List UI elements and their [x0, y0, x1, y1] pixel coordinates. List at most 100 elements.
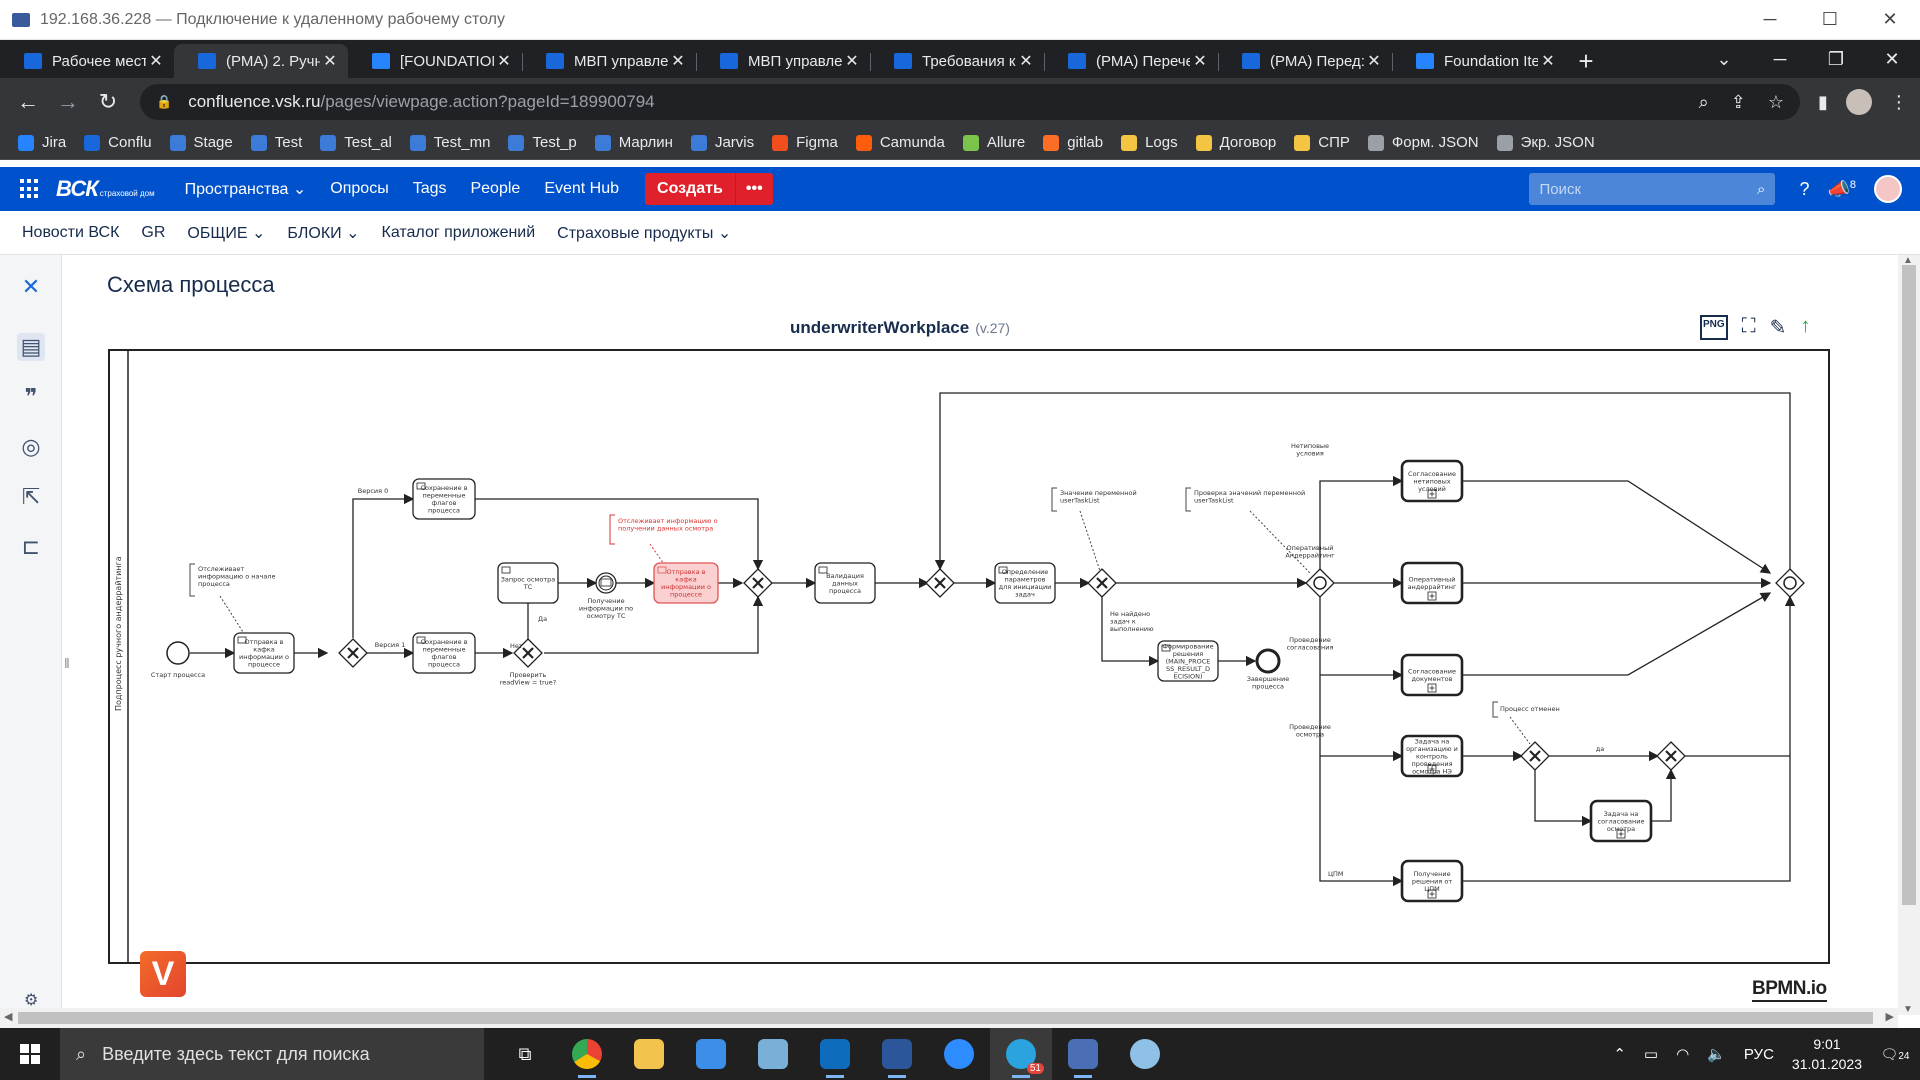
- word-icon[interactable]: [866, 1028, 928, 1080]
- bookmark-item[interactable]: Jira: [18, 134, 66, 151]
- gateway-parallel-join[interactable]: [1775, 568, 1805, 598]
- notifications-icon[interactable]: 📣8: [1827, 179, 1856, 200]
- telegram-icon[interactable]: 51: [990, 1028, 1052, 1080]
- create-more-button[interactable]: •••: [734, 173, 773, 205]
- wifi-icon[interactable]: ◠: [1676, 1045, 1689, 1063]
- gateway-parallel-split[interactable]: [1305, 568, 1335, 598]
- tray-chevron-icon[interactable]: ⌃: [1613, 1045, 1626, 1063]
- bookmark-item[interactable]: Figma: [772, 134, 838, 151]
- notification-center-icon[interactable]: 🗨24: [1880, 1046, 1910, 1063]
- address-bar[interactable]: 🔒 confluence.vsk.ru /pages/viewpage.acti…: [140, 84, 1800, 120]
- user-avatar[interactable]: [1874, 175, 1902, 203]
- close-button[interactable]: ✕: [1860, 9, 1920, 30]
- volume-icon[interactable]: 🔈: [1707, 1045, 1726, 1063]
- store-icon[interactable]: [680, 1028, 742, 1080]
- nav-event-hub[interactable]: Event Hub: [544, 180, 619, 198]
- tab-close-icon[interactable]: ✕: [1016, 51, 1036, 71]
- space-nav-catalog[interactable]: Каталог приложений: [382, 224, 536, 242]
- quote-icon[interactable]: ❞: [17, 383, 45, 411]
- scroll-down-icon[interactable]: ▼: [1903, 1004, 1913, 1015]
- tab-close-icon[interactable]: ✕: [668, 51, 688, 71]
- clock[interactable]: 9:01 31.01.2023: [1792, 1034, 1862, 1074]
- back-icon[interactable]: ←: [8, 89, 48, 115]
- start-event[interactable]: [166, 641, 190, 665]
- nav-people[interactable]: People: [470, 180, 520, 198]
- tab-search-icon[interactable]: ⌄: [1696, 49, 1752, 70]
- vertical-scrollbar[interactable]: ▲ ▼: [1898, 255, 1920, 1015]
- bookmark-item[interactable]: Conflu: [84, 134, 152, 151]
- tab-close-icon[interactable]: ✕: [494, 51, 514, 71]
- sidebar-resize-handle[interactable]: ‖: [64, 655, 70, 671]
- side-panel-icon[interactable]: ▮: [1818, 92, 1828, 113]
- bookmark-item[interactable]: Марлин: [594, 134, 673, 151]
- upload-arrow-icon[interactable]: ↑: [1800, 315, 1810, 340]
- bookmark-item[interactable]: gitlab: [1043, 134, 1103, 151]
- browser-tab[interactable]: МВП управле ✕: [696, 44, 870, 78]
- space-nav-blocks[interactable]: БЛОКИ ⌄: [287, 223, 359, 243]
- bookmark-item[interactable]: Test_mn: [409, 134, 490, 151]
- scroll-right-icon[interactable]: ▶: [1886, 1010, 1894, 1023]
- file-explorer-icon[interactable]: [618, 1028, 680, 1080]
- browser-tab[interactable]: (РМА) Перечe ✕: [1044, 44, 1218, 78]
- scroll-left-icon[interactable]: ◀: [4, 1010, 12, 1023]
- taskbar-search[interactable]: ⌕ Введите здесь текст для поиска: [60, 1028, 484, 1080]
- maximize-button[interactable]: ☐: [1800, 9, 1860, 30]
- menu-icon[interactable]: ⋮: [1890, 92, 1908, 113]
- zoom-icon[interactable]: [928, 1028, 990, 1080]
- bookmark-item[interactable]: Jarvis: [690, 134, 754, 151]
- browser-tab[interactable]: Рабочее мест ✕: [0, 44, 174, 78]
- nav-polls[interactable]: Опросы: [330, 180, 388, 198]
- bookmark-item[interactable]: Test_p: [508, 134, 577, 151]
- reload-icon[interactable]: ↻: [88, 89, 128, 115]
- space-nav-products[interactable]: Страховые продукты ⌄: [557, 223, 731, 243]
- star-icon[interactable]: ☆: [1768, 92, 1784, 113]
- outlook-icon[interactable]: [804, 1028, 866, 1080]
- profile-avatar[interactable]: [1845, 89, 1872, 115]
- zoom-icon[interactable]: ⌕: [1699, 92, 1709, 113]
- tab-close-icon[interactable]: ✕: [1190, 51, 1210, 71]
- tab-close-icon[interactable]: ✕: [320, 51, 340, 71]
- share-icon[interactable]: ⇪: [1731, 92, 1746, 113]
- tab-close-icon[interactable]: ✕: [146, 51, 166, 71]
- bpmn-diagram-canvas[interactable]: Подпроцесс ручного андеррайтинга Отправк…: [108, 349, 1830, 964]
- bookmark-item[interactable]: Allure: [962, 134, 1025, 151]
- search-input[interactable]: Поиск ⌕: [1529, 173, 1776, 205]
- remote-desktop-icon[interactable]: [1052, 1028, 1114, 1080]
- minimize-button[interactable]: ─: [1740, 9, 1800, 30]
- notes-icon[interactable]: [742, 1028, 804, 1080]
- battery-icon[interactable]: ▭: [1644, 1045, 1658, 1063]
- bookmark-item[interactable]: Test: [250, 134, 302, 151]
- bpmn-io-logo[interactable]: BPMN.io: [1752, 978, 1827, 1002]
- space-nav-common[interactable]: ОБЩИЕ ⌄: [187, 223, 265, 243]
- create-button[interactable]: Создать: [645, 173, 735, 205]
- new-tab-button[interactable]: +: [1566, 44, 1606, 78]
- tab-close-icon[interactable]: ✕: [842, 51, 862, 71]
- chrome-icon[interactable]: [556, 1028, 618, 1080]
- tab-close-icon[interactable]: ✕: [1364, 51, 1384, 71]
- minimize-button[interactable]: ─: [1752, 49, 1808, 70]
- browser-tab[interactable]: [FOUNDATION ✕: [348, 44, 522, 78]
- confluence-icon[interactable]: ✕: [17, 273, 45, 301]
- edit-pencil-icon[interactable]: ✎: [1770, 315, 1787, 340]
- task-view-icon[interactable]: ⧉: [494, 1028, 556, 1080]
- settings-gear-icon[interactable]: ⚙: [24, 990, 38, 1010]
- bookmark-item[interactable]: Договор: [1195, 134, 1276, 151]
- bookmark-item[interactable]: Test_al: [320, 134, 392, 151]
- app-switcher-icon[interactable]: [20, 179, 40, 199]
- bookmark-item[interactable]: СПР: [1294, 134, 1350, 151]
- tab-close-icon[interactable]: ✕: [1538, 51, 1558, 71]
- download-png-icon[interactable]: PNG: [1700, 315, 1728, 340]
- browser-tab[interactable]: (РМА) 2. Ручн ✕: [174, 44, 348, 78]
- fullscreen-icon[interactable]: ⛶: [1742, 315, 1756, 340]
- bookmark-item[interactable]: Logs: [1121, 134, 1178, 151]
- bookmark-item[interactable]: Stage: [169, 134, 233, 151]
- forward-icon[interactable]: →: [48, 89, 88, 115]
- restore-button[interactable]: ❐: [1808, 49, 1864, 70]
- nav-tags[interactable]: Tags: [413, 180, 447, 198]
- start-button[interactable]: [0, 1028, 60, 1080]
- browser-tab[interactable]: (РМА) Перед: ✕: [1218, 44, 1392, 78]
- horizontal-scroll-thumb[interactable]: [18, 1012, 1873, 1024]
- bookmark-item[interactable]: Форм. JSON: [1367, 134, 1479, 151]
- language-indicator[interactable]: РУС: [1744, 1046, 1774, 1063]
- browser-tab[interactable]: Foundation Ite ✕: [1392, 44, 1566, 78]
